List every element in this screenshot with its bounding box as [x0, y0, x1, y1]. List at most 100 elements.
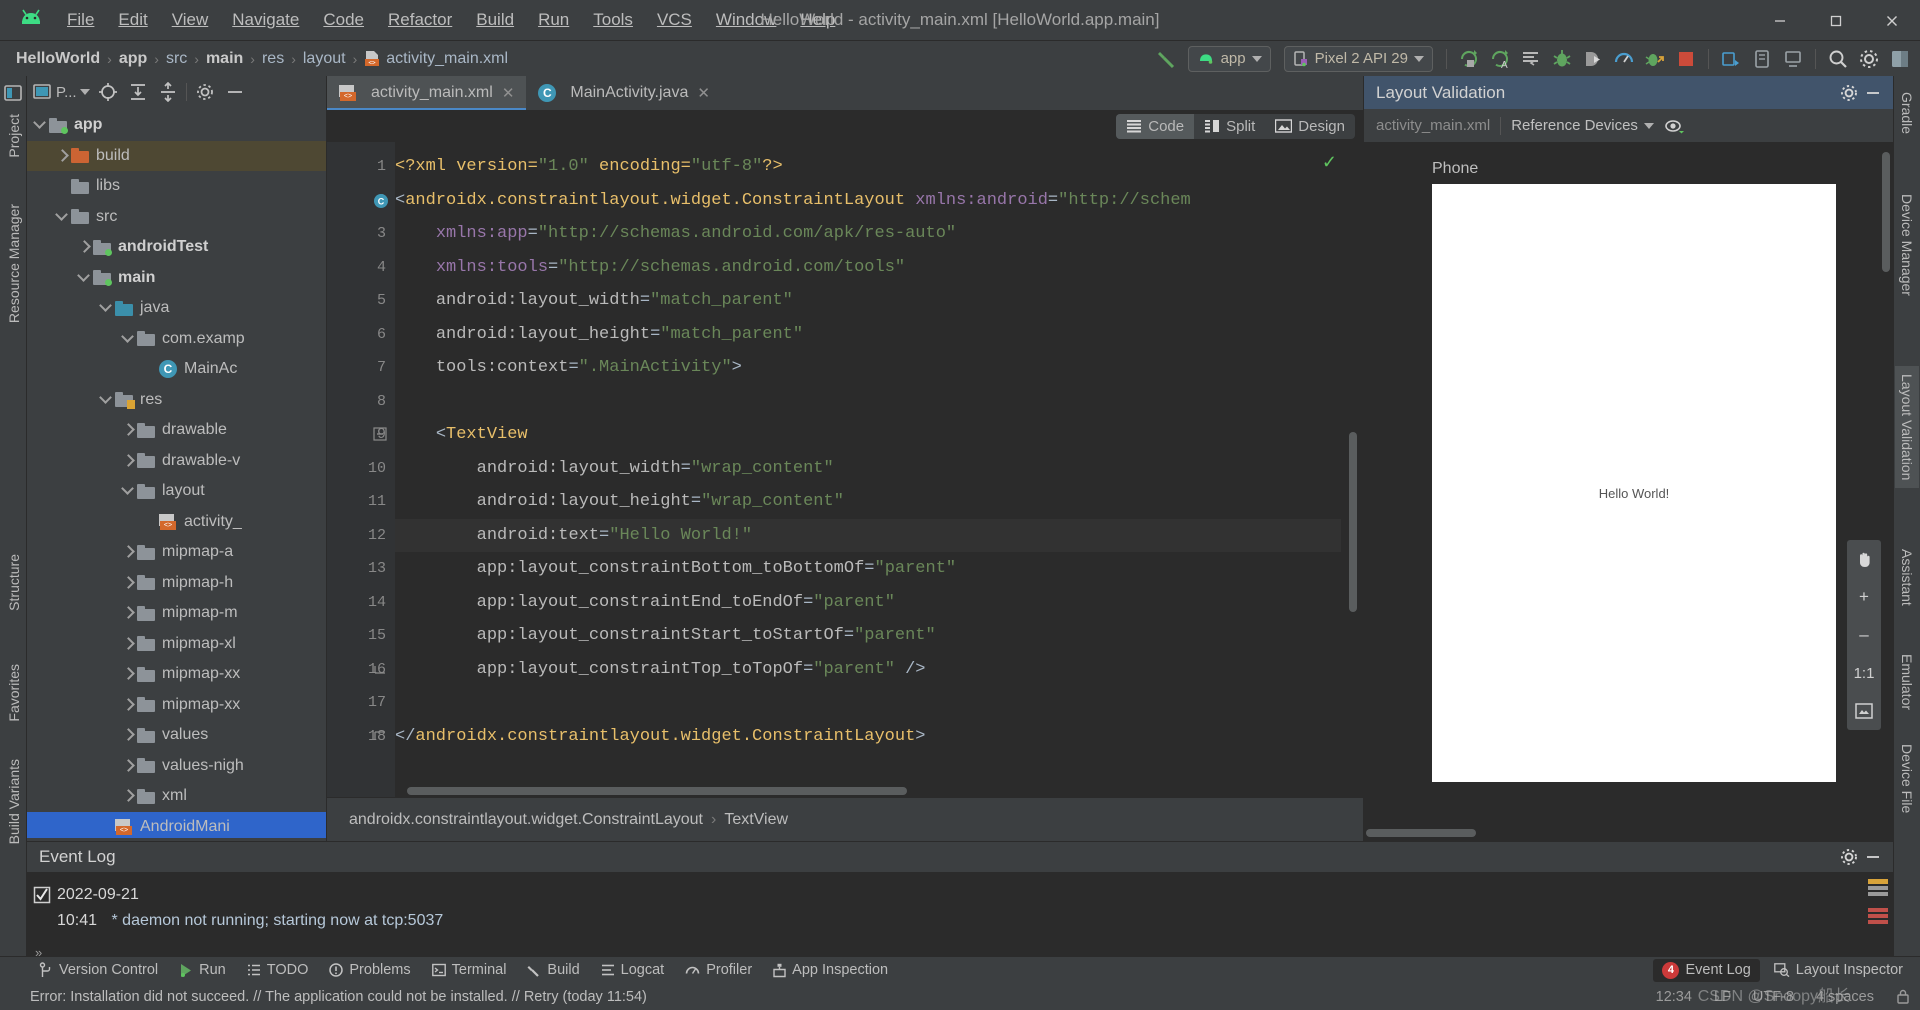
- chevron-right-icon[interactable]: [121, 544, 137, 560]
- stop-icon[interactable]: [1672, 45, 1700, 73]
- chevron-down-icon[interactable]: [99, 392, 115, 408]
- chevron-down-icon[interactable]: [121, 331, 137, 347]
- avd-icon[interactable]: [1779, 45, 1807, 73]
- close-icon[interactable]: ✕: [502, 84, 515, 102]
- event-log-body[interactable]: 2022-09-21 10:41 * daemon not running; s…: [27, 872, 1893, 964]
- run-configuration-dropdown[interactable]: app: [1187, 45, 1271, 72]
- bottom-tab-run[interactable]: Run: [170, 959, 235, 981]
- sidebar-item-favorites[interactable]: Favorites: [2, 656, 26, 730]
- bottom-tab-event-log[interactable]: 4 Event Log: [1653, 958, 1760, 982]
- sidebar-item-emulator[interactable]: Emulator: [1895, 646, 1919, 718]
- bottom-tab-problems[interactable]: Problems: [320, 959, 419, 981]
- settings-gear-icon[interactable]: [1855, 45, 1883, 73]
- breadcrumb-constraintlayout[interactable]: androidx.constraintlayout.widget.Constra…: [349, 811, 703, 829]
- chevron-down-icon[interactable]: [33, 117, 49, 133]
- chevron-right-icon[interactable]: [121, 788, 137, 804]
- tree-row-mipmap-xxhdpi[interactable]: mipmap-xx: [27, 659, 326, 690]
- project-structure-icon[interactable]: [1886, 45, 1914, 73]
- device-dropdown[interactable]: Pixel 2 API 29: [1283, 45, 1433, 72]
- tree-row-app[interactable]: app: [27, 110, 326, 141]
- chevron-right-icon[interactable]: [121, 727, 137, 743]
- sdk-manager-icon[interactable]: [1748, 45, 1776, 73]
- debug-icon[interactable]: [1548, 45, 1576, 73]
- bottom-tab-terminal[interactable]: Terminal: [423, 959, 516, 981]
- menu-edit[interactable]: Edit: [107, 6, 158, 34]
- zoom-in-button[interactable]: +: [1847, 578, 1881, 616]
- code-text[interactable]: <?xml version="1.0" encoding="utf-8"?> <a…: [395, 150, 1341, 753]
- tree-row-java[interactable]: java: [27, 293, 326, 324]
- code-editor[interactable]: 1 C 2 3 4 5 6 7 8 9: [327, 142, 1363, 797]
- fold-marker-icon[interactable]: [373, 427, 389, 443]
- chevron-right-icon[interactable]: [121, 758, 137, 774]
- tree-row-values-night[interactable]: values-nigh: [27, 751, 326, 782]
- chevron-down-icon[interactable]: [77, 270, 93, 286]
- run-icon[interactable]: [1455, 45, 1483, 73]
- menu-code[interactable]: Code: [312, 6, 375, 34]
- sidebar-item-device-manager[interactable]: Device Manager: [1895, 186, 1919, 304]
- menu-refactor[interactable]: Refactor: [377, 6, 463, 34]
- fold-marker-icon[interactable]: [373, 729, 389, 745]
- bottom-tab-version-control[interactable]: Version Control: [30, 959, 167, 981]
- chevron-right-icon[interactable]: [121, 605, 137, 621]
- eye-icon[interactable]: [1664, 118, 1684, 134]
- build-hammer-icon[interactable]: [1152, 45, 1180, 73]
- breadcrumb-src[interactable]: src: [166, 50, 187, 68]
- menu-build[interactable]: Build: [465, 6, 525, 34]
- maximize-button[interactable]: [1808, 0, 1864, 41]
- run-with-coverage-icon[interactable]: A: [1486, 45, 1514, 73]
- collapse-all-icon[interactable]: [156, 80, 180, 104]
- tree-row-mipmap-xhdpi[interactable]: mipmap-xl: [27, 629, 326, 660]
- mode-code-button[interactable]: Code: [1116, 113, 1195, 139]
- close-icon[interactable]: ✕: [697, 84, 710, 102]
- chevron-right-icon[interactable]: [121, 697, 137, 713]
- editor-gutter[interactable]: 1 C 2 3 4 5 6 7 8 9: [327, 142, 395, 797]
- tree-row-drawable-v[interactable]: drawable-v: [27, 446, 326, 477]
- tree-row-mipmap-hdpi[interactable]: mipmap-h: [27, 568, 326, 599]
- settings-gear-icon[interactable]: [1837, 845, 1861, 869]
- status-message[interactable]: Error: Installation did not succeed. // …: [30, 989, 647, 1005]
- sidebar-item-build-variants[interactable]: Build Variants: [2, 751, 26, 852]
- phone-preview[interactable]: Hello World!: [1432, 184, 1836, 782]
- chevron-down-icon[interactable]: [55, 209, 71, 225]
- tree-row-mipmap-anydpi[interactable]: mipmap-a: [27, 537, 326, 568]
- settings-gear-icon[interactable]: [1837, 81, 1861, 105]
- sidebar-item-resource-manager[interactable]: Resource Manager: [2, 196, 26, 331]
- sidebar-item-layout-validation[interactable]: Layout Validation: [1895, 366, 1919, 489]
- bottom-tab-layout-inspector[interactable]: Layout Inspector: [1765, 959, 1912, 981]
- tree-row-drawable[interactable]: drawable: [27, 415, 326, 446]
- tab-activity-main-xml[interactable]: <> activity_main.xml ✕: [327, 76, 527, 110]
- breadcrumb-activity-main-xml[interactable]: <> activity_main.xml: [364, 50, 508, 68]
- chevron-down-icon[interactable]: [121, 483, 137, 499]
- breadcrumb-helloworld[interactable]: HelloWorld: [16, 50, 100, 68]
- bottom-tab-todo[interactable]: TODO: [238, 959, 318, 981]
- sidebar-item-project[interactable]: Project: [2, 106, 26, 166]
- chevron-right-icon[interactable]: [77, 239, 93, 255]
- menu-view[interactable]: View: [161, 6, 220, 34]
- project-view-selector[interactable]: P...: [33, 83, 90, 101]
- reference-devices-dropdown[interactable]: Reference Devices: [1511, 117, 1654, 134]
- chevron-right-icon[interactable]: [121, 453, 137, 469]
- locate-icon[interactable]: [96, 80, 120, 104]
- pan-hand-icon[interactable]: [1847, 540, 1881, 578]
- project-rail-icon[interactable]: [2, 82, 25, 105]
- editor-horizontal-scrollbar[interactable]: [407, 787, 907, 795]
- sidebar-item-device-file[interactable]: Device File: [1895, 736, 1919, 821]
- tree-row-values[interactable]: values: [27, 720, 326, 751]
- tab-mainactivity-java[interactable]: C MainActivity.java ✕: [526, 76, 722, 110]
- menu-window[interactable]: Window: [705, 6, 787, 34]
- breadcrumb-res[interactable]: res: [262, 50, 284, 68]
- project-tree[interactable]: app build libs src androidTest main java…: [27, 108, 326, 838]
- breadcrumb-main[interactable]: main: [206, 50, 243, 68]
- chevron-right-icon[interactable]: [121, 666, 137, 682]
- tree-row-mainactivity[interactable]: C MainAc: [27, 354, 326, 385]
- minimize-button[interactable]: [1752, 0, 1808, 41]
- apply-changes-icon[interactable]: [1517, 45, 1545, 73]
- run-anything-icon[interactable]: [1641, 45, 1669, 73]
- minimize-icon[interactable]: [1861, 81, 1885, 105]
- mode-design-button[interactable]: Design: [1265, 114, 1355, 139]
- chevron-down-icon[interactable]: [99, 300, 115, 316]
- breadcrumb-textview[interactable]: TextView: [724, 811, 788, 829]
- sidebar-item-gradle[interactable]: Gradle: [1895, 84, 1919, 142]
- tree-row-package[interactable]: com.examp: [27, 324, 326, 355]
- fold-marker-icon[interactable]: [373, 662, 389, 678]
